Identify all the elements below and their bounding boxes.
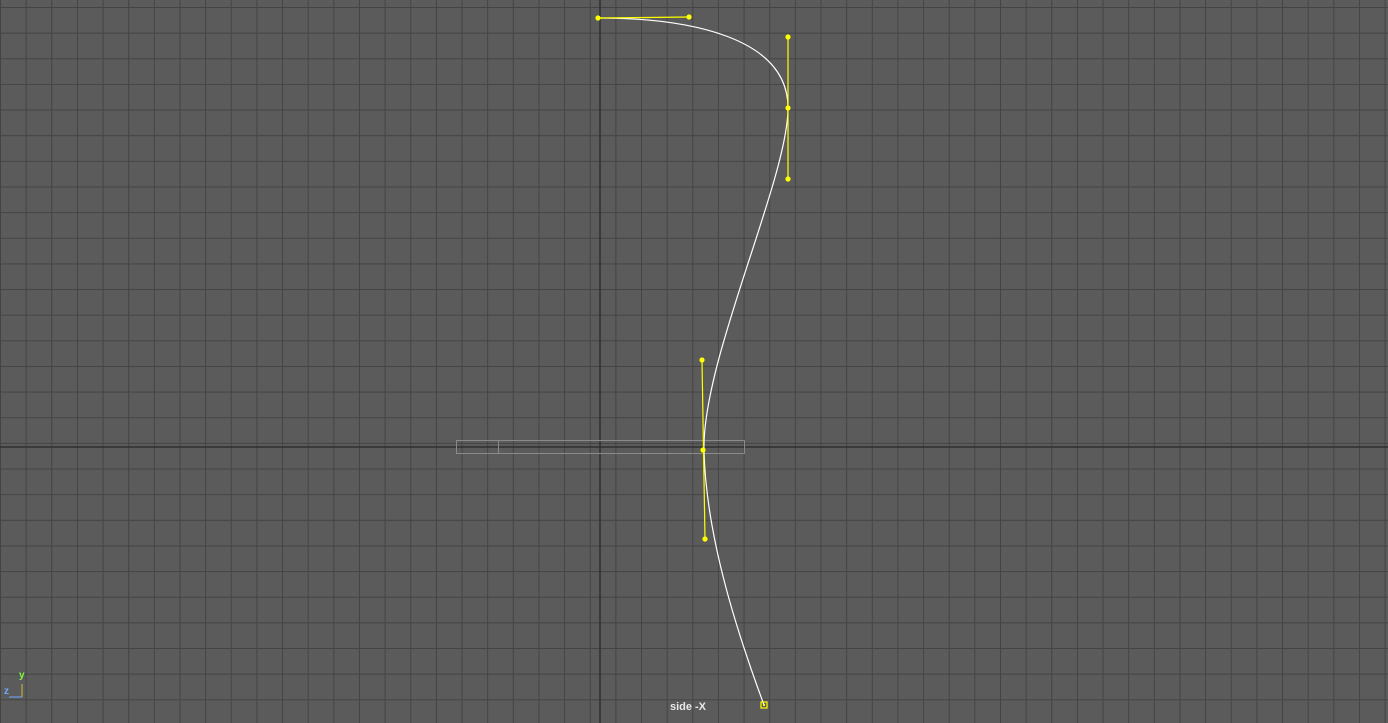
axis-y-label: y	[19, 670, 25, 681]
cv-handle-2-in[interactable]	[785, 34, 791, 40]
axis-indicator	[9, 684, 23, 698]
bezier-curve[interactable]	[597, 17, 789, 706]
viewport-scene[interactable]	[0, 0, 1388, 723]
cv-anchor-2[interactable]	[785, 105, 791, 111]
cv-handle-1-out[interactable]	[686, 14, 692, 20]
handle-line-1	[597, 16, 690, 19]
cv-anchor-3[interactable]	[700, 447, 706, 453]
cv-handle-3-in[interactable]	[699, 357, 705, 363]
curve-end-point[interactable]	[760, 701, 768, 709]
control-points[interactable]	[595, 14, 791, 542]
cv-anchor-1[interactable]	[595, 15, 601, 21]
cv-handle-2-out[interactable]	[785, 176, 791, 182]
axis-z-label: z	[4, 686, 9, 697]
cv-handle-3-out[interactable]	[702, 536, 708, 542]
side-viewport[interactable]: y z side -X	[0, 0, 1388, 723]
tangent-handles	[597, 16, 789, 540]
